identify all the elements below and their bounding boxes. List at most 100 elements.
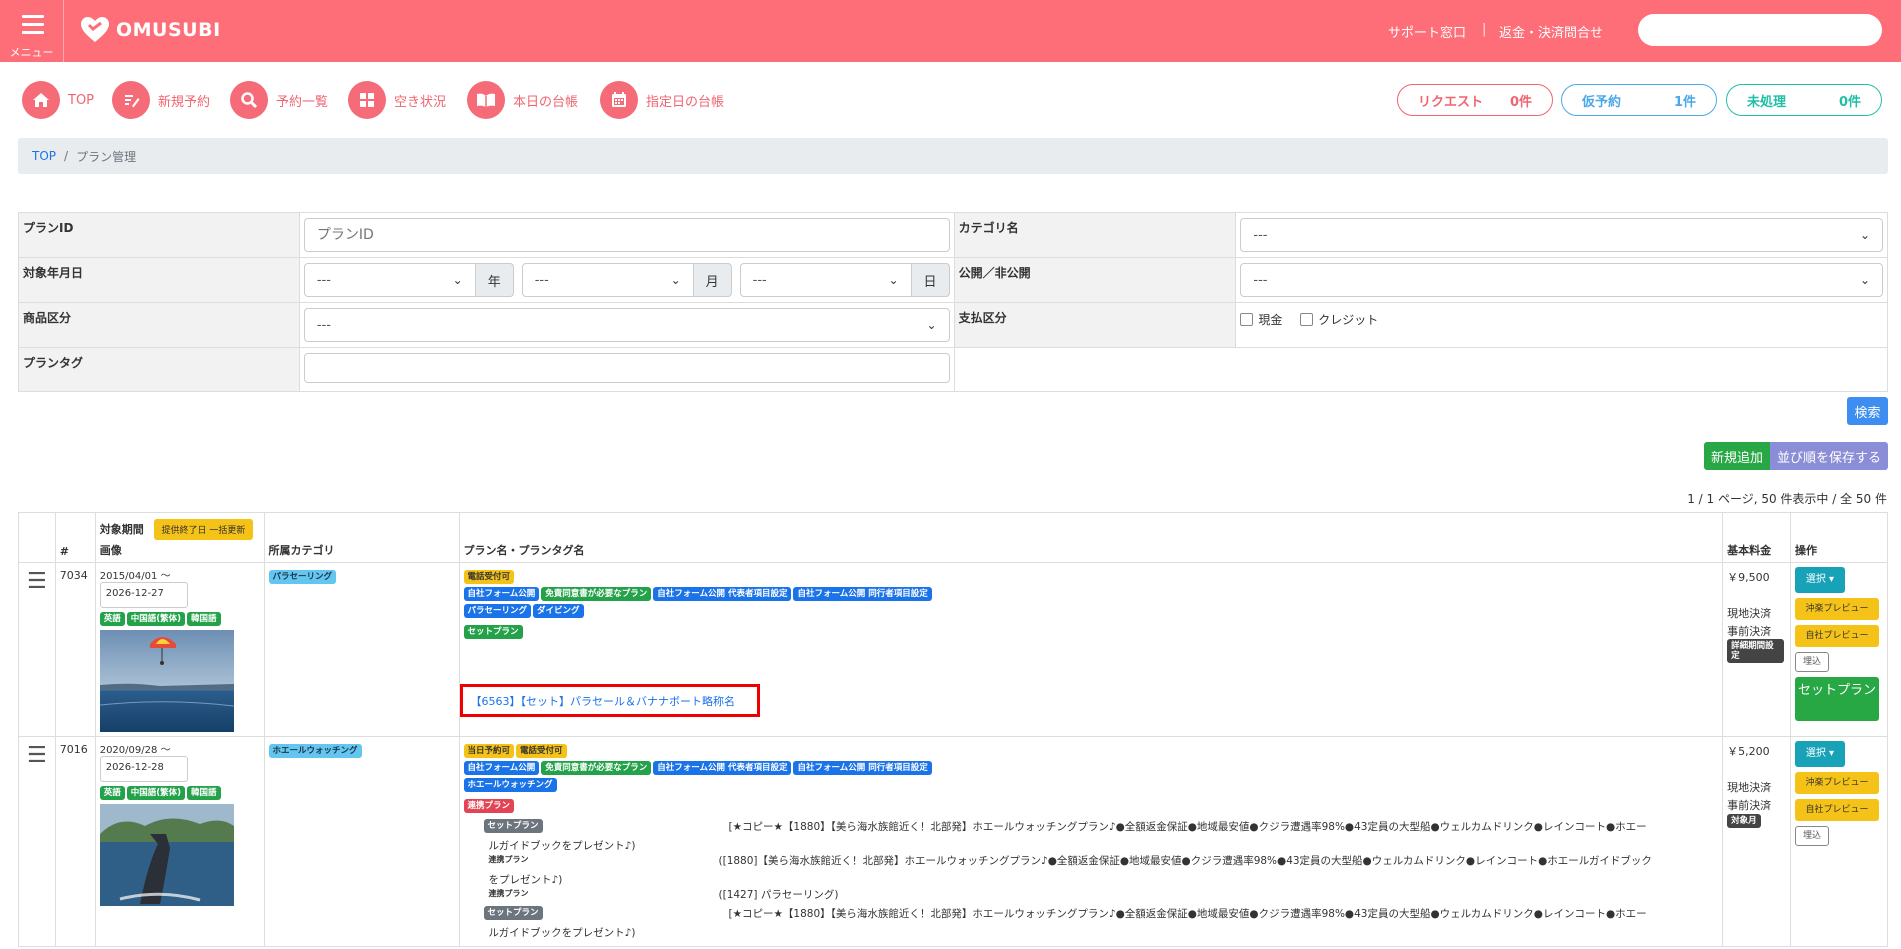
nav-top[interactable]: TOP xyxy=(22,78,94,122)
plan-id-input[interactable] xyxy=(303,218,950,252)
day-select[interactable]: --- ⌄ xyxy=(739,263,912,297)
header-num: # xyxy=(54,512,96,563)
header-category: 所属カテゴリ xyxy=(263,512,460,563)
plan-tag: 当日予約可 xyxy=(463,744,515,758)
sub-plan-text[interactable]: ([1427] パラセーリング) xyxy=(719,887,839,906)
refund-link[interactable]: 返金・決済問合せ xyxy=(1499,22,1603,41)
publish-label: 公開／非公開 xyxy=(953,257,1237,303)
year-select[interactable]: --- ⌄ xyxy=(303,263,476,297)
tilde: 〜 xyxy=(160,571,171,582)
breadcrumb-current: プラン管理 xyxy=(76,149,137,164)
heart-logo-icon xyxy=(81,17,109,42)
lang-tag: 英語 xyxy=(99,786,125,800)
embed-button[interactable]: 埋込 xyxy=(1794,652,1829,672)
month-value: --- xyxy=(534,272,549,288)
select-dropdown[interactable]: 選択 ▾ xyxy=(1794,567,1845,593)
period-badge: 詳細期間設定 xyxy=(1727,639,1784,663)
app-header: メニュー OMUSUBI サポート窓口 | 返金・決済問合せ xyxy=(0,0,1901,62)
search-button[interactable]: 検索 xyxy=(1847,397,1888,425)
grid-icon xyxy=(348,81,386,119)
breadcrumb: TOP / プラン管理 xyxy=(18,138,1888,174)
credit-checkbox[interactable]: クレジット xyxy=(1300,311,1378,328)
header-ops: 操作 xyxy=(1789,512,1889,563)
bulk-end-date-button[interactable]: 提供終了日 一括更新 xyxy=(153,519,254,540)
preview-button-1[interactable]: 沖楽プレビュー xyxy=(1794,598,1879,620)
product-type-select[interactable]: --- ⌄ xyxy=(303,308,950,342)
select-label: 選択 xyxy=(1805,748,1826,759)
save-order-button[interactable]: 並び順を保存する xyxy=(1770,442,1888,470)
preview-button-2[interactable]: 自社プレビュー xyxy=(1794,625,1879,647)
sub-plan-text[interactable]: [★コピー★【1880】【美ら海水族館近く！北部発】ホエールウォッチングプラン♪… xyxy=(729,906,1647,925)
header-period: 対象期間 提供終了日 一括更新 画像 xyxy=(94,512,265,563)
set-plan-button[interactable]: セットプラン xyxy=(1794,677,1879,721)
lang-tag: 英語 xyxy=(99,612,125,626)
nav-separator: | xyxy=(1482,22,1487,37)
preview-button-1[interactable]: 沖楽プレビュー xyxy=(1794,772,1879,794)
sub-plan-text[interactable]: [★コピー★【1880】【美ら海水族館近く！北部発】ホエールウォッチングプラン♪… xyxy=(729,819,1647,838)
publish-select[interactable]: --- ⌄ xyxy=(1240,263,1883,297)
chevron-down-icon: ⌄ xyxy=(888,273,899,287)
logo[interactable]: OMUSUBI xyxy=(80,14,221,46)
plan-tag: ホエールウォッチング xyxy=(463,778,557,792)
request-pill[interactable]: リクエスト 0件 xyxy=(1397,84,1553,116)
end-date-input[interactable]: 2026-12-27 xyxy=(99,582,188,608)
preview-button-2[interactable]: 自社プレビュー xyxy=(1794,799,1879,821)
start-date: 2015/04/01 xyxy=(99,571,158,582)
target-date-label: 対象年月日 xyxy=(18,257,300,303)
request-label: リクエスト xyxy=(1418,94,1484,110)
nav-availability[interactable]: 空き状況 xyxy=(348,78,446,122)
parasail-image xyxy=(99,630,234,732)
checkbox-box[interactable] xyxy=(1240,313,1254,326)
end-date-input[interactable]: 2026-12-28 xyxy=(99,756,188,782)
breadcrumb-home-link[interactable]: TOP xyxy=(32,149,56,163)
calendar-icon xyxy=(600,81,638,119)
chevron-down-icon: ⌄ xyxy=(452,273,463,287)
drag-handle-icon[interactable]: ☰ xyxy=(19,563,55,600)
support-link[interactable]: サポート窓口 xyxy=(1388,22,1466,41)
nav-date-ledger[interactable]: 指定日の台帳 xyxy=(600,78,724,122)
embed-button[interactable]: 埋込 xyxy=(1794,826,1829,846)
chevron-down-icon: ⌄ xyxy=(1859,228,1870,242)
nav-booking-list[interactable]: 予約一覧 xyxy=(230,78,328,122)
provisional-pill[interactable]: 仮予約 1件 xyxy=(1561,84,1717,116)
nav-today-ledger[interactable]: 本日の台帳 xyxy=(467,78,578,122)
menu-button[interactable]: メニュー xyxy=(0,0,64,62)
unprocessed-label: 未処理 xyxy=(1747,94,1787,110)
category-select[interactable]: --- ⌄ xyxy=(1240,218,1883,252)
start-date: 2020/09/28 xyxy=(99,745,158,756)
plan-tag: 自社フォーム公開 xyxy=(463,587,540,601)
credit-label: クレジット xyxy=(1318,313,1379,327)
nav-new-booking[interactable]: 新規予約 xyxy=(112,78,210,122)
header-search-input[interactable] xyxy=(1638,14,1882,46)
payment-onsite: 現地決済 xyxy=(1727,607,1772,620)
plan-tag-label: プランタグ xyxy=(18,347,300,392)
select-dropdown[interactable]: 選択 ▾ xyxy=(1794,741,1845,767)
plan-tag: ダイビング xyxy=(533,604,584,618)
chevron-down-icon: ⌄ xyxy=(1859,273,1870,287)
nav-new-booking-label: 新規予約 xyxy=(158,94,211,110)
add-new-button[interactable]: 新規追加 xyxy=(1704,442,1770,470)
cash-checkbox[interactable]: 現金 xyxy=(1240,311,1282,328)
sub-tag: 連携プラン xyxy=(488,855,529,864)
header-price: 基本料金 xyxy=(1722,512,1791,563)
linked-plan-link[interactable]: 【6563】【セット】パラセール＆バナナボート略称名 xyxy=(471,693,736,709)
unprocessed-pill[interactable]: 未処理 0件 xyxy=(1726,84,1882,116)
period-label: 対象期間 xyxy=(99,523,144,536)
plan-tag-input[interactable] xyxy=(303,353,950,383)
lang-tag: 中国語(繁体) xyxy=(126,786,185,800)
book-icon xyxy=(467,81,505,119)
plan-tag: 免責同意書が必要なプラン xyxy=(541,761,652,775)
month-select[interactable]: --- ⌄ xyxy=(521,263,694,297)
price: ￥9,500 xyxy=(1727,571,1770,584)
drag-handle-icon[interactable]: ☰ xyxy=(19,737,55,774)
plan-tag: 自社フォーム公開 xyxy=(463,761,540,775)
year-unit: 年 xyxy=(475,263,514,297)
cash-label: 現金 xyxy=(1258,313,1283,327)
hamburger-icon xyxy=(22,15,44,39)
menu-label: メニュー xyxy=(9,46,54,59)
category-label: カテゴリ名 xyxy=(953,212,1237,258)
product-type-value: --- xyxy=(316,317,331,333)
sub-plan-text[interactable]: ([1880]【美ら海水族館近く！北部発】ホエールウォッチングプラン♪●全額返金… xyxy=(719,853,1652,872)
checkbox-box[interactable] xyxy=(1300,313,1314,326)
payment-onsite: 現地決済 xyxy=(1727,781,1772,794)
